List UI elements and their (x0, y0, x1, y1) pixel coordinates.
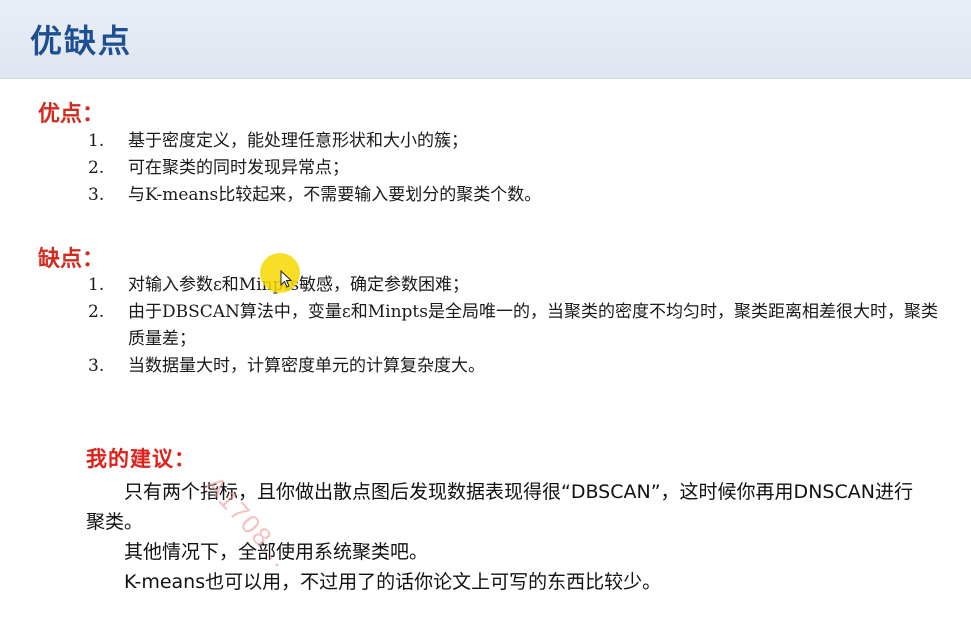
advice-paragraph-3: K-means也可以用，不过用了的话你论文上可写的东西比较少。 (86, 571, 662, 593)
slide-title: 优缺点 (30, 22, 133, 60)
list-item: 3. 当数据量大时，计算密度单元的计算复杂度大。 (88, 356, 485, 376)
slide-header: 优缺点 (0, 0, 971, 79)
list-item: 2. 可在聚类的同时发现异常点； (88, 158, 349, 178)
pros-list: 1. 基于密度定义，能处理任意形状和大小的簇； 2. 可在聚类的同时发现异常点； 3… (88, 128, 938, 209)
advice-heading: 我的建议： (86, 447, 196, 471)
list-item: 3. 与K-means比较起来，不需要输入要划分的聚类个数。 (88, 185, 542, 205)
advice-paragraph-2: 其他情况下，全部使用系统聚类吧。 (86, 541, 429, 563)
cursor-arrow-icon (280, 270, 292, 288)
list-item: 1. 对输入参数ε和Minpts敏感，确定参数困难； (88, 275, 470, 295)
list-item: 2. 由于DBSCAN算法中，变量ε和Minpts是全局唯一的，当聚类的密度不均匀… (88, 302, 938, 349)
pros-heading: 优点： (38, 101, 105, 127)
cons-list: 1. 对输入参数ε和Minpts敏感，确定参数困难； 2. 由于DBSCAN算法中，… (88, 272, 938, 380)
list-item: 1. 基于密度定义，能处理任意形状和大小的簇； (88, 131, 468, 151)
cons-heading: 缺点： (38, 246, 105, 272)
